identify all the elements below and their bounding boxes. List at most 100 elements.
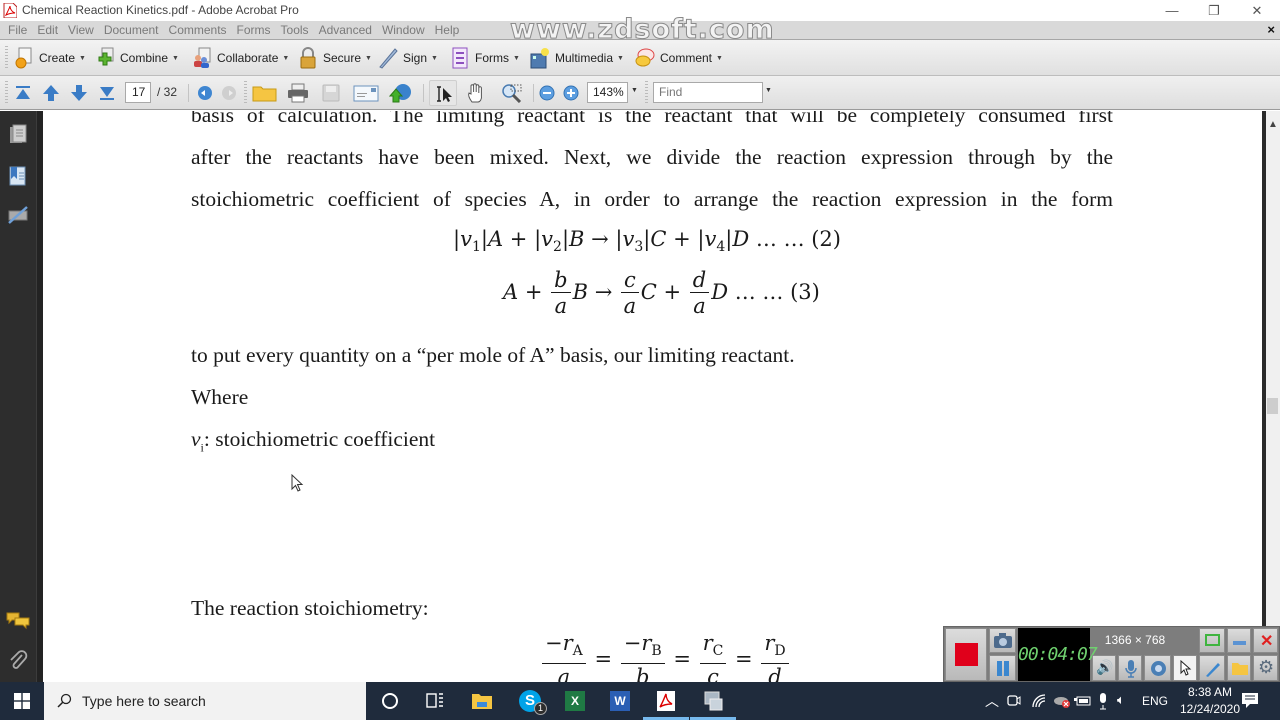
menu-advanced[interactable]: Advanced bbox=[314, 21, 377, 39]
draw-button[interactable] bbox=[1199, 655, 1225, 681]
save-icon[interactable] bbox=[321, 83, 341, 103]
notifications-icon[interactable] bbox=[1241, 692, 1259, 709]
minimize-button[interactable]: — bbox=[1157, 2, 1187, 19]
restore-button[interactable]: ❐ bbox=[1199, 2, 1229, 19]
close-recorder-button[interactable]: ✕ bbox=[1253, 628, 1278, 653]
tasks-toolbar: Create ▼ Combine ▼ Collaborate ▼ Secure ▼ Si… bbox=[0, 40, 1280, 76]
show-hidden-icons-chevron-icon[interactable]: ︿ bbox=[985, 691, 999, 711]
meet-now-icon[interactable] bbox=[1007, 693, 1021, 709]
screenshot-button[interactable] bbox=[989, 628, 1016, 653]
microphone-icon bbox=[1125, 660, 1137, 678]
file-explorer-taskbar-button[interactable] bbox=[459, 682, 505, 720]
sign-button[interactable]: Sign ▼ bbox=[378, 46, 438, 70]
remote-app-taskbar-button[interactable] bbox=[690, 682, 736, 720]
microphone-tray-icon[interactable] bbox=[1098, 692, 1108, 710]
microphone-toggle[interactable] bbox=[1118, 655, 1142, 681]
word-taskbar-button[interactable]: W bbox=[597, 682, 643, 720]
stop-icon bbox=[955, 643, 978, 666]
pane-splitter[interactable] bbox=[36, 111, 43, 682]
zoom-level-input[interactable]: 143% bbox=[587, 82, 628, 103]
email-icon[interactable] bbox=[353, 83, 379, 103]
stop-record-button[interactable] bbox=[945, 628, 987, 681]
zoom-out-icon[interactable] bbox=[537, 83, 557, 103]
toolbar-grip[interactable] bbox=[5, 46, 8, 70]
secure-button[interactable]: Secure ▼ bbox=[298, 46, 372, 70]
skype-taskbar-button[interactable]: S 1 bbox=[507, 682, 553, 720]
acrobat-taskbar-button[interactable] bbox=[643, 682, 689, 720]
find-input[interactable]: Find bbox=[653, 82, 763, 103]
windows-start-icon[interactable] bbox=[14, 693, 30, 709]
attachments-panel-icon[interactable] bbox=[8, 650, 28, 672]
page-number-input[interactable]: 17 bbox=[125, 82, 151, 103]
next-view-icon[interactable] bbox=[219, 83, 239, 103]
equation-2: |v1|A + |v2|B → |v3|C + |v4|D … … (2) bbox=[453, 227, 841, 256]
previous-page-icon[interactable] bbox=[41, 83, 61, 103]
word-icon: W bbox=[610, 691, 630, 711]
webcam-toggle[interactable] bbox=[1144, 655, 1171, 681]
task-view-button[interactable] bbox=[412, 682, 458, 720]
speaker-toggle[interactable]: 🔊 bbox=[1092, 655, 1116, 681]
recorder-settings-button[interactable]: ⚙ bbox=[1253, 655, 1278, 681]
close-document-button[interactable]: × bbox=[1267, 22, 1275, 37]
comment-button[interactable]: Comment ▼ bbox=[635, 46, 723, 70]
cursor-toggle[interactable] bbox=[1173, 655, 1197, 681]
open-folder-icon[interactable] bbox=[252, 83, 278, 103]
toolbar-grip[interactable] bbox=[244, 81, 247, 105]
language-indicator[interactable]: ENG bbox=[1142, 694, 1168, 708]
toolbar-grip[interactable] bbox=[5, 81, 8, 105]
last-page-icon[interactable] bbox=[97, 83, 117, 103]
forms-button[interactable]: Forms ▼ bbox=[450, 46, 520, 70]
cortana-button[interactable] bbox=[367, 682, 413, 720]
combine-button[interactable]: Combine ▼ bbox=[95, 46, 179, 70]
pause-button[interactable] bbox=[989, 655, 1016, 681]
pages-panel-icon[interactable] bbox=[8, 124, 28, 146]
zoom-dropdown-chevron-icon[interactable]: ▼ bbox=[631, 87, 638, 94]
select-tool-button[interactable] bbox=[429, 80, 457, 106]
signatures-panel-icon[interactable] bbox=[7, 205, 29, 225]
menu-view[interactable]: View bbox=[63, 21, 99, 39]
hand-tool-icon[interactable] bbox=[466, 83, 488, 103]
menu-help[interactable]: Help bbox=[430, 21, 465, 39]
menu-tools[interactable]: Tools bbox=[276, 21, 314, 39]
minimize-recorder-button[interactable] bbox=[1227, 628, 1251, 653]
close-window-button[interactable]: ✕ bbox=[1242, 2, 1272, 19]
wifi-icon[interactable] bbox=[1031, 694, 1047, 708]
onedrive-error-icon[interactable] bbox=[1053, 693, 1071, 709]
comments-panel-icon[interactable] bbox=[6, 611, 30, 631]
upload-web-icon[interactable] bbox=[389, 83, 413, 103]
clock-time[interactable]: 8:38 AM bbox=[1180, 685, 1240, 699]
vertical-scrollbar[interactable]: ▲ bbox=[1266, 111, 1280, 682]
first-page-icon[interactable] bbox=[13, 83, 33, 103]
next-page-icon[interactable] bbox=[69, 83, 89, 103]
battery-icon[interactable] bbox=[1074, 695, 1092, 707]
menu-file[interactable]: File bbox=[3, 21, 32, 39]
toolbar-grip[interactable] bbox=[645, 81, 648, 105]
taskbar-search-box[interactable]: Type here to search bbox=[44, 682, 366, 720]
scroll-up-arrow-icon[interactable]: ▲ bbox=[1268, 119, 1278, 130]
find-dropdown-chevron-icon[interactable]: ▼ bbox=[765, 87, 772, 94]
cursor-icon bbox=[1180, 660, 1192, 676]
menu-window[interactable]: Window bbox=[377, 21, 430, 39]
volume-icon[interactable]: 🔈︎ bbox=[1117, 692, 1125, 708]
mouse-cursor-icon bbox=[291, 474, 304, 492]
vi-definition: vi: stoichiometric coefficient bbox=[191, 418, 1113, 468]
clock-date[interactable]: 12/24/2020 bbox=[1174, 702, 1246, 716]
menu-edit[interactable]: Edit bbox=[32, 21, 63, 39]
print-icon[interactable] bbox=[287, 83, 309, 103]
region-select-button[interactable] bbox=[1199, 628, 1225, 653]
create-button[interactable]: Create ▼ bbox=[14, 46, 86, 70]
zoom-in-icon[interactable] bbox=[561, 83, 581, 103]
collaborate-button[interactable]: Collaborate ▼ bbox=[192, 46, 289, 70]
scrollbar-thumb[interactable] bbox=[1267, 398, 1278, 414]
skype-badge: 1 bbox=[534, 702, 547, 715]
multimedia-button[interactable]: Multimedia ▼ bbox=[530, 46, 624, 70]
menu-forms[interactable]: Forms bbox=[232, 21, 276, 39]
bookmarks-panel-icon[interactable] bbox=[8, 165, 28, 187]
open-output-folder-button[interactable] bbox=[1227, 655, 1251, 681]
marquee-zoom-icon[interactable] bbox=[500, 83, 524, 103]
recording-resolution: 1366 × 768 bbox=[1104, 633, 1166, 647]
menu-comments[interactable]: Comments bbox=[164, 21, 232, 39]
excel-taskbar-button[interactable]: X bbox=[552, 682, 598, 720]
menu-document[interactable]: Document bbox=[99, 21, 164, 39]
previous-view-icon[interactable] bbox=[195, 83, 215, 103]
